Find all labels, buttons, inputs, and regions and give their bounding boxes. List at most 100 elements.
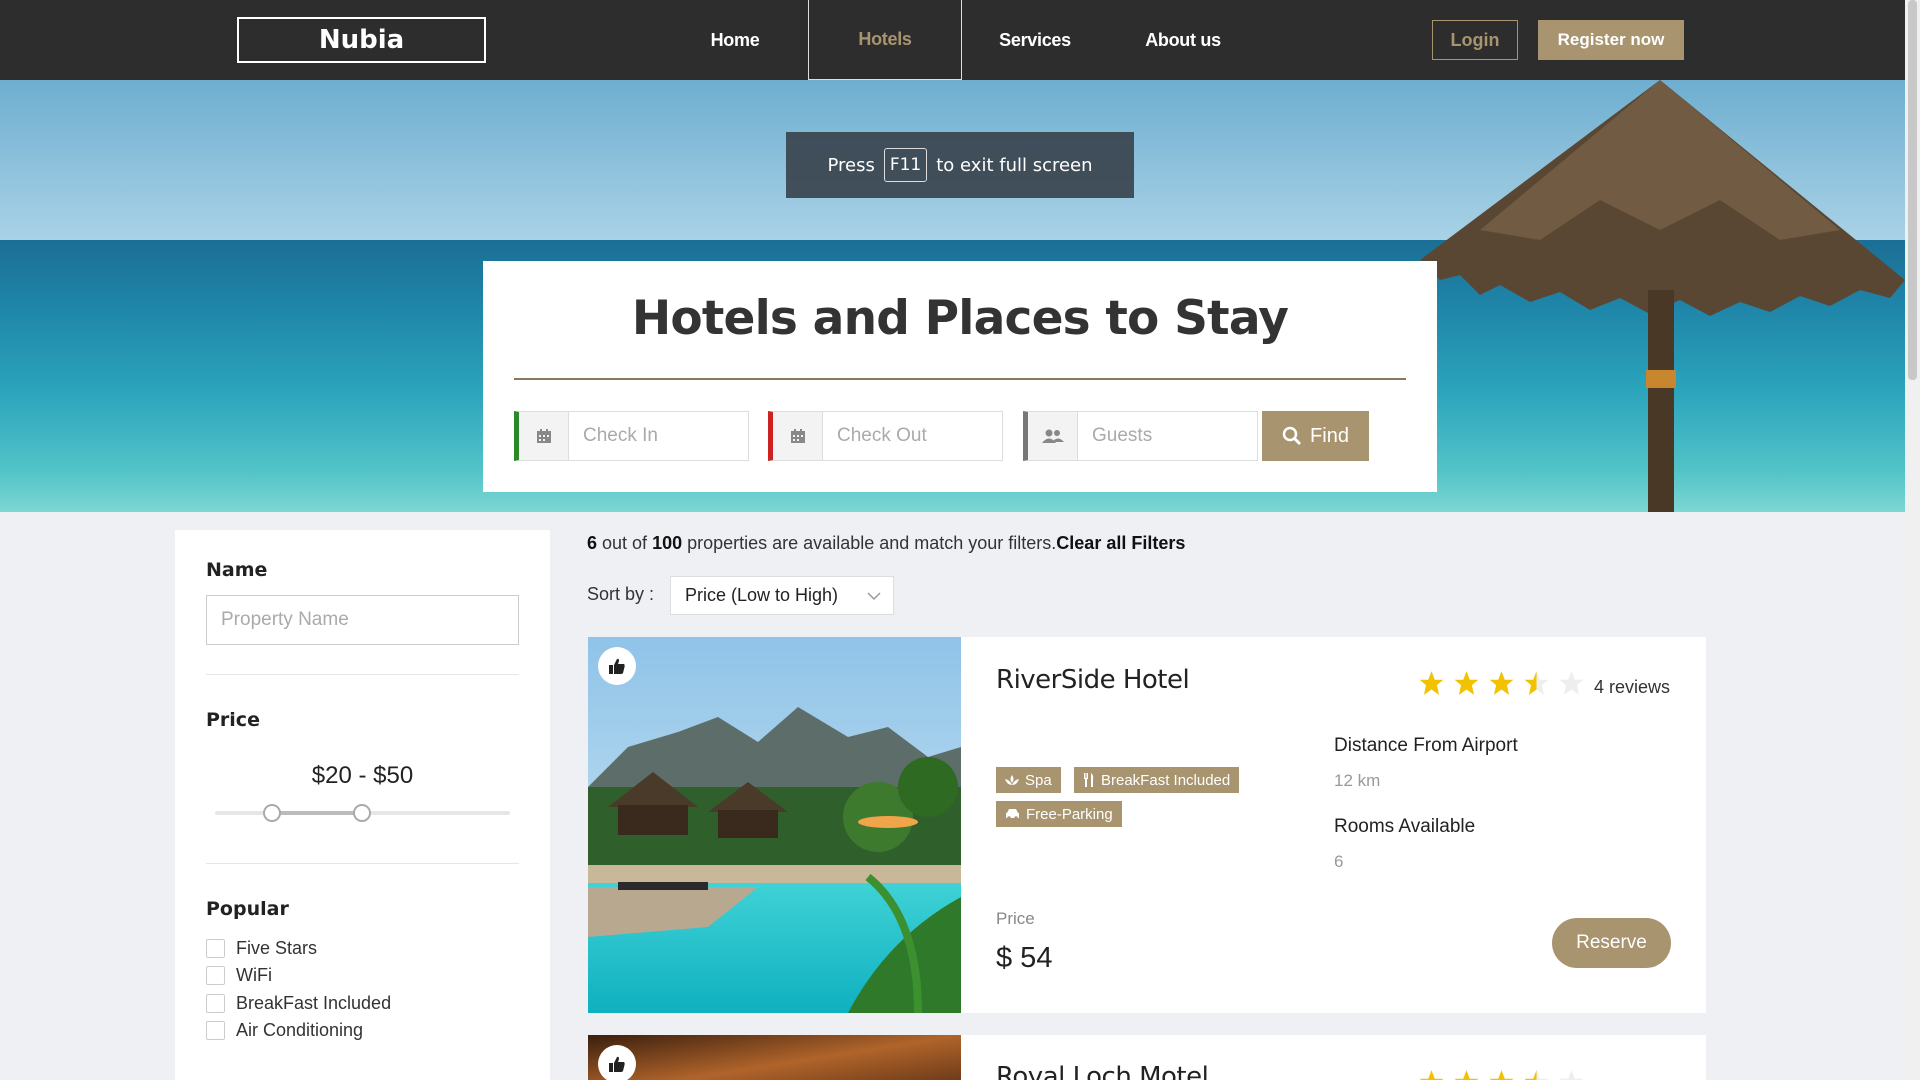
calendar-icon: [519, 412, 569, 460]
filter-option-label: Five Stars: [236, 938, 318, 958]
hotel-card: Royal Loch Motel: [588, 1035, 1706, 1080]
scrollbar-thumb[interactable]: [1908, 0, 1917, 380]
hotel-card: RiverSide Hotel 4 reviews Spa BreakFast …: [588, 637, 1706, 1013]
results-total: 100: [652, 533, 683, 553]
star-full-icon: [1489, 671, 1514, 695]
star-rating: [1418, 670, 1585, 696]
price-amount: $ 54: [996, 942, 1053, 974]
brand-logo[interactable]: Nubia: [237, 17, 486, 63]
results-suffix: properties are available and match your …: [682, 533, 1057, 553]
hero-banner: Press F11 to exit full screen Hotels and…: [0, 80, 1905, 512]
toast-key: F11: [883, 148, 928, 182]
star-rating: [1418, 1069, 1585, 1080]
sort-value: Price (Low to High): [685, 585, 839, 605]
fullscreen-toast: Press F11 to exit full screen: [786, 132, 1134, 198]
nav-hotels-link[interactable]: Hotels: [808, 0, 962, 80]
star-full-icon: [1419, 1070, 1444, 1080]
hotel-name[interactable]: Royal Loch Motel: [996, 1062, 1209, 1080]
filter-option-label: Air Conditioning: [236, 1020, 364, 1040]
results-out-of: out of: [597, 533, 653, 553]
find-button[interactable]: Find: [1262, 411, 1369, 461]
tag-label: BreakFast Included: [1101, 771, 1231, 789]
star-full-icon: [1419, 671, 1444, 695]
clear-filters-link[interactable]: Clear all Filters: [1056, 533, 1185, 553]
results-summary: 6 out of 100 properties are available an…: [587, 533, 1185, 554]
search-title: Hotels and Places to Stay: [631, 291, 1289, 346]
page-scrollbar[interactable]: [1905, 0, 1920, 1080]
distance-value: 12 km: [1334, 771, 1381, 790]
filter-option-label: WiFi: [236, 965, 272, 985]
price-filter-heading: Price: [206, 709, 260, 731]
tag-label: Free-Parking: [1026, 805, 1113, 823]
star-empty-icon: [1559, 1070, 1584, 1080]
popular-filter-heading: Popular: [206, 898, 289, 920]
search-card: Hotels and Places to Stay Check In Check…: [483, 261, 1437, 492]
results-count: 6: [587, 533, 598, 553]
price-slider-max-handle[interactable]: [353, 804, 371, 822]
sidebar-divider: [206, 863, 519, 864]
utensils-icon: [1084, 773, 1094, 787]
like-button[interactable]: [598, 647, 636, 685]
price-range-value: $20 - $50: [311, 762, 414, 789]
login-button[interactable]: Login: [1432, 20, 1518, 60]
star-half-icon: [1524, 1070, 1549, 1080]
hotel-photo: [588, 637, 961, 1013]
hotel-name[interactable]: RiverSide Hotel: [996, 665, 1190, 695]
check-out-placeholder: Check Out: [837, 425, 927, 446]
star-half-icon: [1524, 671, 1549, 695]
star-empty-icon: [1559, 671, 1584, 695]
thumbs-up-icon: [609, 658, 625, 674]
find-label: Find: [1310, 424, 1349, 447]
hotel-photo: [588, 1035, 961, 1080]
sort-select[interactable]: Price (Low to High): [670, 576, 894, 615]
price-slider-min-handle[interactable]: [263, 804, 281, 822]
nav-about-link[interactable]: About us: [1135, 0, 1231, 80]
amenity-tag-parking: Free-Parking: [996, 801, 1122, 827]
reserve-button[interactable]: Reserve: [1552, 918, 1671, 968]
checkbox[interactable]: [206, 966, 225, 985]
amenity-tag-breakfast: BreakFast Included: [1074, 767, 1240, 793]
distance-label: Distance From Airport: [1334, 735, 1518, 756]
checkbox[interactable]: [206, 939, 225, 958]
rooms-value: 6: [1334, 852, 1344, 871]
guests-field[interactable]: Guests: [1023, 411, 1258, 461]
filter-option-breakfast[interactable]: BreakFast Included: [206, 993, 391, 1014]
check-in-placeholder: Check In: [583, 425, 658, 446]
tag-label: Spa: [1025, 771, 1052, 789]
sort-label: Sort by :: [587, 584, 655, 604]
nav-services-link[interactable]: Services: [985, 0, 1085, 80]
filter-option-five-stars[interactable]: Five Stars: [206, 938, 317, 959]
sidebar-divider: [206, 674, 519, 675]
review-count[interactable]: 4 reviews: [1594, 677, 1670, 698]
search-divider: [514, 378, 1406, 380]
spa-icon: [1005, 775, 1019, 785]
price-label: Price: [996, 909, 1035, 928]
star-full-icon: [1454, 1070, 1479, 1080]
filter-sidebar: Name Property Name Price $20 - $50 Popul…: [175, 530, 550, 1080]
amenity-tag-spa: Spa: [996, 767, 1061, 793]
calendar-icon: [773, 412, 823, 460]
users-icon: [1028, 412, 1078, 460]
search-icon: [1282, 426, 1302, 446]
toast-text-post: to exit full screen: [936, 154, 1093, 176]
like-button[interactable]: [598, 1045, 636, 1080]
check-in-field[interactable]: Check In: [514, 411, 749, 461]
checkbox[interactable]: [206, 1021, 225, 1040]
filter-option-air-conditioning[interactable]: Air Conditioning: [206, 1020, 363, 1041]
filter-option-wifi[interactable]: WiFi: [206, 965, 272, 986]
check-out-field[interactable]: Check Out: [768, 411, 1003, 461]
filter-option-label: BreakFast Included: [236, 993, 392, 1013]
car-icon: [1006, 809, 1019, 820]
rooms-label: Rooms Available: [1334, 816, 1476, 837]
name-filter-heading: Name: [206, 559, 268, 581]
nav-home-link[interactable]: Home: [690, 0, 780, 80]
toast-text-pre: Press: [827, 154, 875, 176]
checkbox[interactable]: [206, 994, 225, 1013]
price-slider-range: [272, 811, 362, 815]
star-full-icon: [1489, 1070, 1514, 1080]
guests-placeholder: Guests: [1092, 425, 1153, 446]
property-name-input[interactable]: Property Name: [206, 595, 519, 645]
thumbs-up-icon: [609, 1056, 625, 1072]
register-button[interactable]: Register now: [1538, 20, 1684, 60]
star-full-icon: [1454, 671, 1479, 695]
